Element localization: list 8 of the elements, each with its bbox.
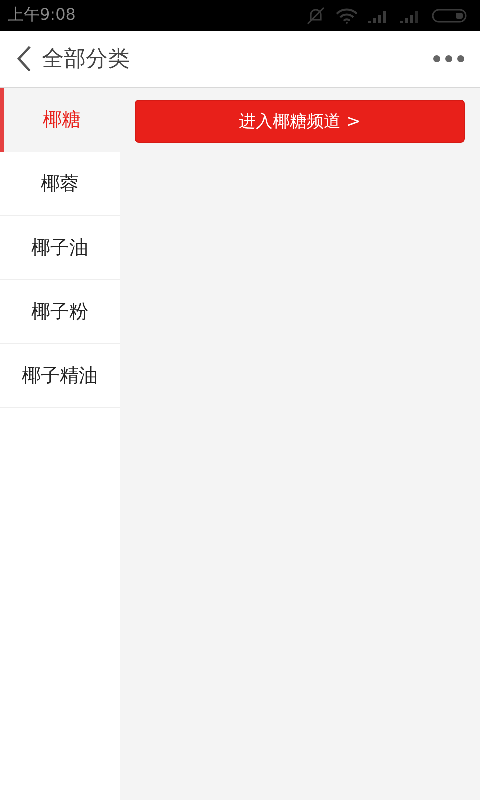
- muted-bell-icon: [306, 6, 326, 24]
- category-item[interactable]: 椰糖: [0, 88, 120, 152]
- back-icon[interactable]: [16, 45, 32, 73]
- more-icon[interactable]: [433, 55, 465, 63]
- page-title: 全部分类: [42, 46, 130, 74]
- wifi-icon: [336, 8, 358, 24]
- channel-button[interactable]: 进入椰糖频道 >: [135, 100, 465, 143]
- status-time: 上午9:08: [8, 5, 76, 26]
